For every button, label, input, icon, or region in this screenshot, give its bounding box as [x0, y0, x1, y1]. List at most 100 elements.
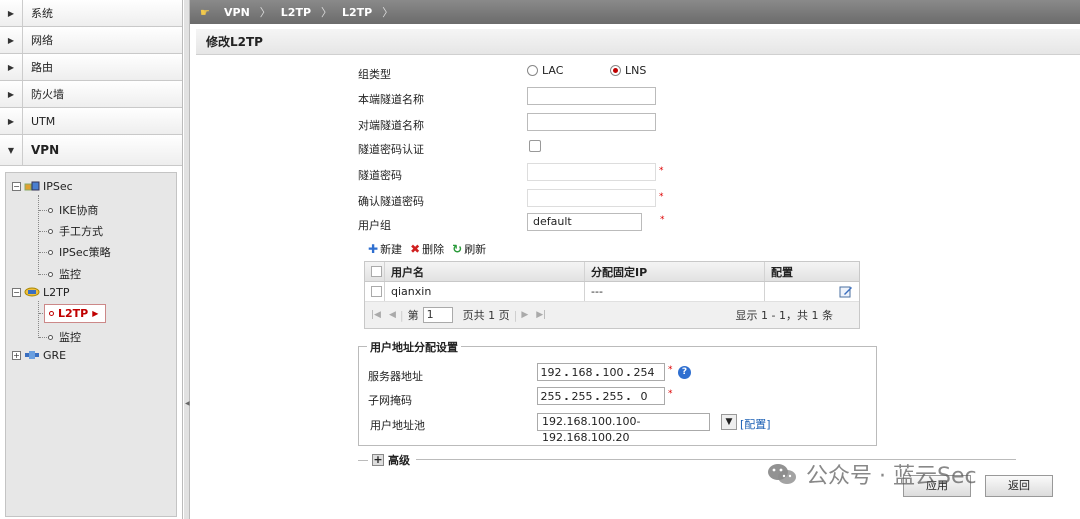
tree-item-l2tp-selected[interactable]: L2TP ▶ — [44, 304, 106, 323]
address-pool-select[interactable]: 192.168.100.100-192.168.100.20 — [537, 413, 710, 444]
splitter-grip-icon: ◀ — [185, 400, 190, 407]
user-group-input[interactable]: default — [527, 213, 642, 231]
chevron-down-icon: ▼ — [7, 145, 15, 155]
tree-item-ike[interactable]: IKE协商 — [48, 202, 98, 218]
local-tunnel-input[interactable] — [527, 87, 656, 105]
ip-octet[interactable]: 255 — [538, 390, 564, 403]
tree-connector — [39, 252, 47, 253]
bullet-icon — [48, 249, 53, 255]
breadcrumb-item[interactable]: VPN 〉 — [224, 4, 271, 20]
refresh-button[interactable]: ↻ 刷新 — [452, 241, 486, 257]
tree-node-gre[interactable]: + GRE — [12, 347, 66, 363]
tree-label: IKE协商 — [59, 204, 99, 217]
select-all-cell — [365, 262, 385, 281]
tree-item-l2tp-monitor[interactable]: 监控 — [48, 329, 81, 345]
tree-item-ipsec-policy[interactable]: IPSec策略 — [48, 244, 111, 260]
menu-system[interactable]: ▶ 系统 — [0, 0, 182, 27]
tunnel-auth-checkbox[interactable] — [529, 140, 541, 152]
selected-arrow-icon: ▶ — [92, 309, 99, 318]
advanced-section-toggle[interactable]: + 高级 — [358, 452, 410, 468]
menu-vpn[interactable]: ▼ VPN — [0, 135, 182, 166]
menu-firewall[interactable]: ▶ 防火墙 — [0, 81, 182, 108]
home-icon[interactable]: ☛ — [200, 6, 214, 19]
row-checkbox[interactable] — [371, 286, 382, 297]
table-row[interactable]: qianxin --- — [365, 282, 859, 302]
sidebar: ▶ 系统 ▶ 网络 ▶ 路由 ▶ 防火墙 ▶ UTM ▼ VPN − IPSec IKE协商… — [0, 0, 183, 519]
column-header[interactable]: 用户名 — [385, 262, 585, 281]
fieldset-legend: 用户地址分配设置 — [367, 339, 461, 355]
breadcrumb-label: L2TP — [280, 5, 312, 19]
tree-node-ipsec[interactable]: − IPSec — [12, 178, 73, 194]
tree-label: 手工方式 — [59, 225, 103, 238]
ip-octet[interactable]: 192 — [538, 366, 564, 379]
ip-octet[interactable]: 0 — [631, 390, 657, 403]
tree-node-l2tp[interactable]: − L2TP — [12, 284, 69, 300]
tunnel-password-input[interactable] — [527, 163, 656, 181]
tree-item-manual[interactable]: 手工方式 — [48, 223, 103, 239]
menu-label: 防火墙 — [22, 81, 182, 107]
collapse-icon[interactable]: − — [12, 287, 21, 297]
page-title: 修改L2TP — [196, 29, 1080, 55]
radio-circle-checked[interactable] — [610, 65, 621, 76]
tree-item-ipsec-monitor[interactable]: 监控 — [48, 266, 81, 282]
bullet-icon — [48, 271, 53, 277]
chevron-right-icon: ▶ — [7, 8, 15, 18]
breadcrumb-item[interactable]: L2TP 〉 — [281, 4, 332, 20]
plus-icon: ✚ — [368, 242, 379, 256]
expand-icon[interactable]: + — [372, 454, 384, 466]
expand-icon[interactable]: + — [12, 350, 21, 360]
bullet-icon — [48, 207, 53, 213]
tree-label: IPSec — [43, 179, 73, 193]
server-address-input[interactable]: 192. 168. 100. 254 — [537, 363, 665, 381]
chevron-down-icon[interactable]: ▼ — [721, 414, 737, 430]
radio-lns[interactable]: LNS — [610, 64, 646, 77]
next-page-icon[interactable]: ▶ — [521, 310, 528, 320]
prev-page-icon[interactable]: ◀ — [389, 310, 396, 320]
last-page-icon[interactable]: ▶| — [536, 310, 546, 320]
menu-routing[interactable]: ▶ 路由 — [0, 54, 182, 81]
tree-connector — [38, 195, 39, 275]
bullet-icon — [48, 228, 53, 234]
ip-octet[interactable]: 168 — [569, 366, 595, 379]
page-number-input[interactable]: 1 — [422, 307, 453, 323]
select-all-checkbox[interactable] — [371, 266, 382, 277]
ipsec-icon — [24, 181, 40, 191]
collapse-icon[interactable]: − — [12, 181, 21, 191]
pool-config-link[interactable]: [配置] — [740, 416, 771, 432]
subnet-mask-input[interactable]: 255. 255. 255. 0 — [537, 387, 665, 405]
refresh-icon: ↻ — [452, 242, 463, 256]
add-button[interactable]: ✚ 新建 — [368, 241, 402, 257]
button-label: 刷新 — [464, 243, 487, 256]
breadcrumb-item[interactable]: L2TP 〉 — [342, 4, 393, 20]
chevron-right-icon: ▶ — [7, 62, 15, 72]
pager-divider: | — [399, 308, 404, 322]
row-select-cell — [365, 282, 385, 301]
radio-label: LNS — [625, 64, 647, 77]
separator-icon: 〉 — [321, 6, 333, 19]
menu-label: 系统 — [22, 0, 182, 26]
help-icon[interactable]: ? — [678, 366, 691, 379]
button-label: 新建 — [380, 243, 403, 256]
delete-button[interactable]: ✖ 删除 — [410, 241, 444, 257]
peer-tunnel-input[interactable] — [527, 113, 656, 131]
radio-lac[interactable]: LAC — [527, 64, 563, 77]
delete-icon: ✖ — [410, 242, 421, 256]
required-mark: * — [668, 389, 673, 399]
back-button[interactable]: 返回 — [985, 475, 1053, 497]
config-cell — [765, 282, 859, 301]
ip-octet[interactable]: 254 — [631, 366, 657, 379]
tree-label: L2TP — [43, 285, 70, 299]
peer-tunnel-label: 对端隧道名称 — [358, 119, 424, 132]
menu-network[interactable]: ▶ 网络 — [0, 27, 182, 54]
column-header[interactable]: 分配固定IP — [585, 262, 765, 281]
sidebar-splitter[interactable]: ◀ — [184, 0, 190, 519]
menu-utm[interactable]: ▶ UTM — [0, 108, 182, 135]
confirm-password-input[interactable] — [527, 189, 656, 207]
ip-octet[interactable]: 255 — [600, 390, 626, 403]
ip-octet[interactable]: 255 — [569, 390, 595, 403]
first-page-icon[interactable]: |◀ — [371, 310, 381, 320]
ip-octet[interactable]: 100 — [600, 366, 626, 379]
edit-icon[interactable] — [839, 285, 853, 298]
radio-circle[interactable] — [527, 65, 538, 76]
breadcrumb-label: VPN — [224, 5, 250, 19]
